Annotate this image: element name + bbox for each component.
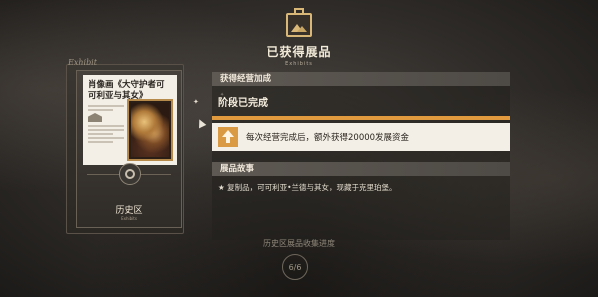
card-tag: Exhibit [68,58,97,67]
level-up-arrow-icon [218,127,238,147]
stage-body: 阶段已完成 每次经营完成后，额外获得20000发展资金 [212,86,510,164]
collection-progress-label: 历史区展品收集进度 [263,239,335,248]
region-emblem-icon [119,163,141,185]
picture-frame-icon [286,13,312,37]
stage-progress-bar [212,116,510,120]
exhibit-card[interactable]: 肖像画《大守护者可可利亚与其女》 历史区 Exhibits [76,70,182,228]
card-paper: 肖像画《大守护者可可利亚与其女》 [83,75,177,165]
story-section-header: 展品故事 [212,162,510,176]
collection-progress-ring: 6/6 [282,254,308,280]
card-text-lines [88,125,124,143]
collection-progress-value: 6/6 [288,262,302,272]
building-icon [88,113,102,122]
reward-text: 每次经营完成后，额外获得20000发展资金 [246,133,410,143]
sparkle-icon: ✦ [193,98,199,106]
stage-status: 阶段已完成 [218,98,268,109]
reward-row: 每次经营完成后，额外获得20000发展资金 [212,123,510,151]
portrait-painting [127,99,173,161]
card-text-lines [88,105,124,111]
stage-panel: 获得经营加成 阶段已完成 每次经营完成后，额外获得20000发展资金 [212,72,510,164]
story-body: ★ 复制品，可可利亚•兰德与其女，现藏于克里珀堡。 [212,176,510,240]
card-region-label: 历史区 [115,206,143,216]
card-region-sublabel: Exhibits [121,216,137,221]
portrait-image [131,103,169,157]
story-text: ★ 复制品，可可利亚•兰德与其女，现藏于克里珀堡。 [218,183,397,192]
story-panel: 展品故事 ★ 复制品，可可利亚•兰德与其女，现藏于克里珀堡。 [212,162,510,240]
stage-section-header: 获得经营加成 [212,72,510,86]
